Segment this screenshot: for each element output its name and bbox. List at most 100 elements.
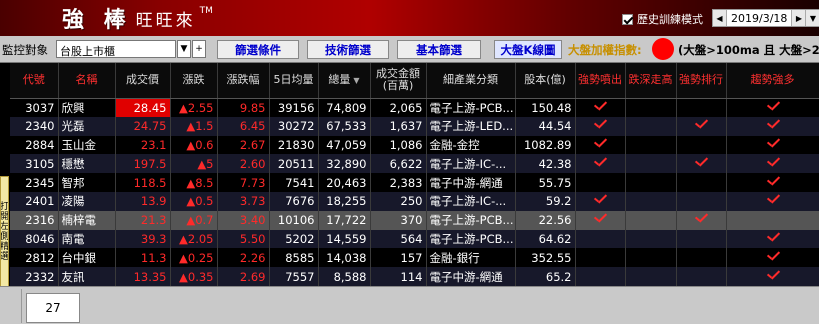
cell-turnover: 2,383 (370, 173, 427, 192)
col-header-strong-surge[interactable]: 強勢噴出 (575, 63, 626, 99)
cell-code: 2345 (10, 173, 59, 192)
date-dropdown-button[interactable]: ▼ (805, 10, 819, 26)
table-row[interactable]: 2316 楠梓電 21.3 ▲0.7 3.40 10106 17,722 370 電子上游-PC… (10, 210, 819, 230)
col-header-avg5-volume[interactable]: 5日均量 (269, 63, 319, 99)
table-row[interactable]: 2884 玉山金 23.1 ▲0.6 2.67 21830 47,059 1,086 金融-金控… (10, 135, 819, 155)
cell-code: 2401 (10, 191, 59, 211)
col-header-capital[interactable]: 股本(億) (515, 63, 576, 99)
market-index-label: 大盤加權指數: (568, 43, 642, 57)
col-header-total-volume[interactable]: 總量 ▼ (318, 63, 371, 99)
cell-change: ▲0.35 (170, 267, 218, 286)
table-row[interactable]: 2812 台中銀 11.3 ▲0.25 2.26 8585 14,038 157 金融-銀行 35… (10, 248, 819, 268)
cell-change-pct: 3.73 (217, 191, 270, 211)
col-header-turnover[interactable]: 成交金額(百萬) (370, 63, 427, 99)
cell-strong-surge (575, 116, 626, 136)
next-date-button[interactable]: ▶ (791, 10, 806, 26)
cell-change: ▲2.55 (170, 98, 218, 117)
cell-rebound (625, 116, 677, 136)
cell-sector: 電子上游-IC-... (426, 154, 516, 174)
monitor-label: 監控對象 (2, 43, 48, 57)
cell-trend-bull (726, 248, 819, 268)
cell-strong-surge (575, 229, 626, 249)
cell-code: 2812 (10, 248, 59, 268)
cell-price: 13.35 (115, 267, 171, 286)
cell-rebound (625, 267, 677, 286)
market-condition-text: (大盤>100ma 且 大盤>20 (678, 43, 819, 57)
history-mode-checkbox[interactable] (622, 13, 633, 25)
filter-condition-button[interactable]: 篩選條件 (217, 40, 299, 59)
table-row[interactable]: 3037 欣興 28.45 ▲2.55 9.85 39156 74,809 2,065 電子上游… (10, 98, 819, 117)
col-header-change-pct[interactable]: 漲跌幅 (217, 63, 270, 99)
checkmark-icon (766, 139, 780, 149)
col-header-code[interactable]: 代號 (10, 63, 59, 99)
prev-date-button[interactable]: ◀ (713, 10, 727, 26)
table-row[interactable]: 2340 光磊 24.75 ▲1.5 6.45 30272 67,533 1,637 電子上游-… (10, 116, 819, 136)
cell-strength-rank (676, 210, 727, 230)
cell-price: 28.45 (115, 98, 171, 117)
cell-name: 智邦 (58, 173, 116, 192)
result-count: 27 (26, 293, 80, 323)
market-select[interactable]: 台股上市櫃 (56, 40, 176, 58)
table-row[interactable]: 8046 南電 39.3 ▲2.05 5.50 5202 14,559 564 電子上游-PCB… (10, 229, 819, 249)
side-tab-char: 左 (0, 222, 9, 232)
col-header-price[interactable]: 成交價 (115, 63, 171, 99)
market-dropdown-button[interactable]: ▼ (177, 40, 191, 58)
cell-change: ▲1.5 (170, 116, 218, 136)
cell-avg5-volume: 30272 (269, 116, 319, 136)
cell-capital: 22.56 (515, 210, 576, 230)
cell-change: ▲0.7 (170, 210, 218, 230)
cell-code: 3105 (10, 154, 59, 174)
table-row[interactable]: 3105 穩懋 197.5 ▲5 2.60 20511 32,890 6,622 電子上游-IC… (10, 154, 819, 174)
cell-total-volume: 47,059 (318, 135, 371, 155)
app-header: 強 棒 旺旺來 TM 歷史訓練模式 ◀ 2019/3/18 ▶ ▼ (0, 0, 819, 36)
table-row[interactable]: 2345 智邦 118.5 ▲8.5 7.73 7541 20,463 2,383 電子中游-網… (10, 173, 819, 192)
date-value[interactable]: 2019/3/18 (727, 10, 791, 26)
cell-change-pct: 2.69 (217, 267, 270, 286)
cell-trend-bull (726, 210, 819, 230)
col-header-strength-rank[interactable]: 強勢排行 (676, 63, 727, 99)
table-row[interactable]: 2332 友訊 13.35 ▲0.35 2.69 7557 8,588 114 電子中游-網通 6… (10, 267, 819, 286)
cell-capital: 59.2 (515, 191, 576, 211)
cell-sector: 電子上游-PCB... (426, 98, 516, 117)
add-market-button[interactable]: + (192, 40, 206, 58)
cell-total-volume: 18,255 (318, 191, 371, 211)
cell-sector: 電子上游-LED... (426, 116, 516, 136)
brand-sub-text: 旺旺來 (135, 10, 196, 31)
cell-sector: 電子上游-PCB... (426, 210, 516, 230)
cell-trend-bull (726, 267, 819, 286)
col-header-rebound[interactable]: 跌深走高 (625, 63, 677, 99)
technical-filter-button[interactable]: 技術篩選 (307, 40, 389, 59)
cell-name: 光磊 (58, 116, 116, 136)
cell-name: 台中銀 (58, 248, 116, 268)
market-kline-button[interactable]: 大盤K線圖 (494, 40, 562, 59)
footer-left-panel (0, 289, 22, 323)
checkmark-icon (593, 139, 607, 149)
col-header-total-volume-label: 總量 (328, 72, 351, 86)
checkmark-icon (694, 120, 708, 130)
cell-rebound (625, 191, 677, 211)
col-header-change[interactable]: 漲跌 (170, 63, 218, 99)
cell-code: 8046 (10, 229, 59, 249)
cell-sector: 金融-銀行 (426, 248, 516, 268)
date-picker[interactable]: ◀ 2019/3/18 ▶ ▼ (712, 9, 819, 27)
cell-change-pct: 5.50 (217, 229, 270, 249)
cell-change: ▲8.5 (170, 173, 218, 192)
col-header-sector[interactable]: 細產業分類 (426, 63, 516, 99)
cell-change: ▲5 (170, 154, 218, 174)
col-header-name[interactable]: 名稱 (58, 63, 116, 99)
left-panel-toggle-tab[interactable]: 打開左側精選 (0, 176, 9, 288)
market-status-indicator (652, 38, 674, 60)
table-row[interactable]: 2401 凌陽 13.9 ▲0.5 3.73 7676 18,255 250 電子上游-IC-.… (10, 191, 819, 211)
checkmark-icon (766, 233, 780, 243)
cell-sector: 電子上游-PCB... (426, 229, 516, 249)
cell-capital: 42.38 (515, 154, 576, 174)
cell-rebound (625, 210, 677, 230)
cell-trend-bull (726, 135, 819, 155)
cell-price: 21.3 (115, 210, 171, 230)
history-mode-toggle[interactable]: 歷史訓練模式 (622, 11, 703, 27)
cell-strong-surge (575, 135, 626, 155)
cell-price: 23.1 (115, 135, 171, 155)
basic-filter-button[interactable]: 基本篩選 (397, 40, 481, 59)
table-header-row: 代號 名稱 成交價 漲跌 漲跌幅 5日均量 總量 ▼ 成交金額(百萬) 細產業分類… (10, 63, 819, 99)
col-header-trend-bull[interactable]: 趨勢強多 (726, 63, 819, 99)
